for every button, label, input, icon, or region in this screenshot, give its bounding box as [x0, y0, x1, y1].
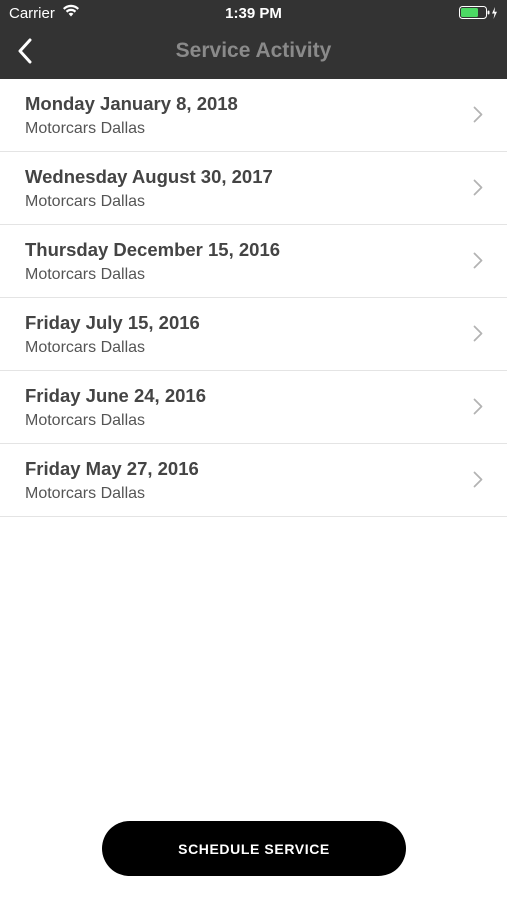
chevron-right-icon: [473, 252, 483, 274]
navigation-bar: Service Activity: [0, 28, 507, 79]
chevron-right-icon: [473, 106, 483, 128]
chevron-right-icon: [473, 325, 483, 347]
schedule-service-button[interactable]: SCHEDULE SERVICE: [102, 821, 406, 876]
status-time: 1:39 PM: [225, 5, 282, 22]
status-bar: Carrier 1:39 PM: [0, 0, 507, 28]
list-item[interactable]: Monday January 8, 2018 Motorcars Dallas: [0, 79, 507, 152]
app-header: Carrier 1:39 PM Service Activity: [0, 0, 507, 79]
dealer-name: Motorcars Dallas: [25, 412, 146, 429]
list-item[interactable]: Thursday December 15, 2016 Motorcars Dal…: [0, 225, 507, 298]
service-date: Friday July 15, 2016: [25, 312, 200, 333]
dealer-name: Motorcars Dallas: [25, 193, 146, 210]
service-date: Friday May 27, 2016: [25, 458, 199, 479]
chevron-right-icon: [473, 179, 483, 201]
list-item[interactable]: Friday May 27, 2016 Motorcars Dallas: [0, 444, 507, 517]
service-date: Wednesday August 30, 2017: [25, 166, 273, 187]
service-date: Thursday December 15, 2016: [25, 239, 281, 260]
list-item[interactable]: Wednesday August 30, 2017 Motorcars Dall…: [0, 152, 507, 225]
service-date: Friday June 24, 2016: [25, 385, 206, 406]
list-item[interactable]: Friday June 24, 2016 Motorcars Dallas: [0, 371, 507, 444]
dealer-name: Motorcars Dallas: [25, 339, 146, 356]
list-item[interactable]: Friday July 15, 2016 Motorcars Dallas: [0, 298, 507, 371]
page-title: Service Activity: [175, 39, 332, 62]
dealer-name: Motorcars Dallas: [25, 485, 146, 502]
service-date: Monday January 8, 2018: [25, 93, 238, 114]
battery-icon: [459, 6, 499, 20]
dealer-name: Motorcars Dallas: [25, 120, 146, 137]
chevron-right-icon: [473, 471, 483, 493]
service-activity-list: Monday January 8, 2018 Motorcars Dallas …: [0, 79, 507, 517]
chevron-right-icon: [473, 398, 483, 420]
dealer-name: Motorcars Dallas: [25, 266, 146, 283]
